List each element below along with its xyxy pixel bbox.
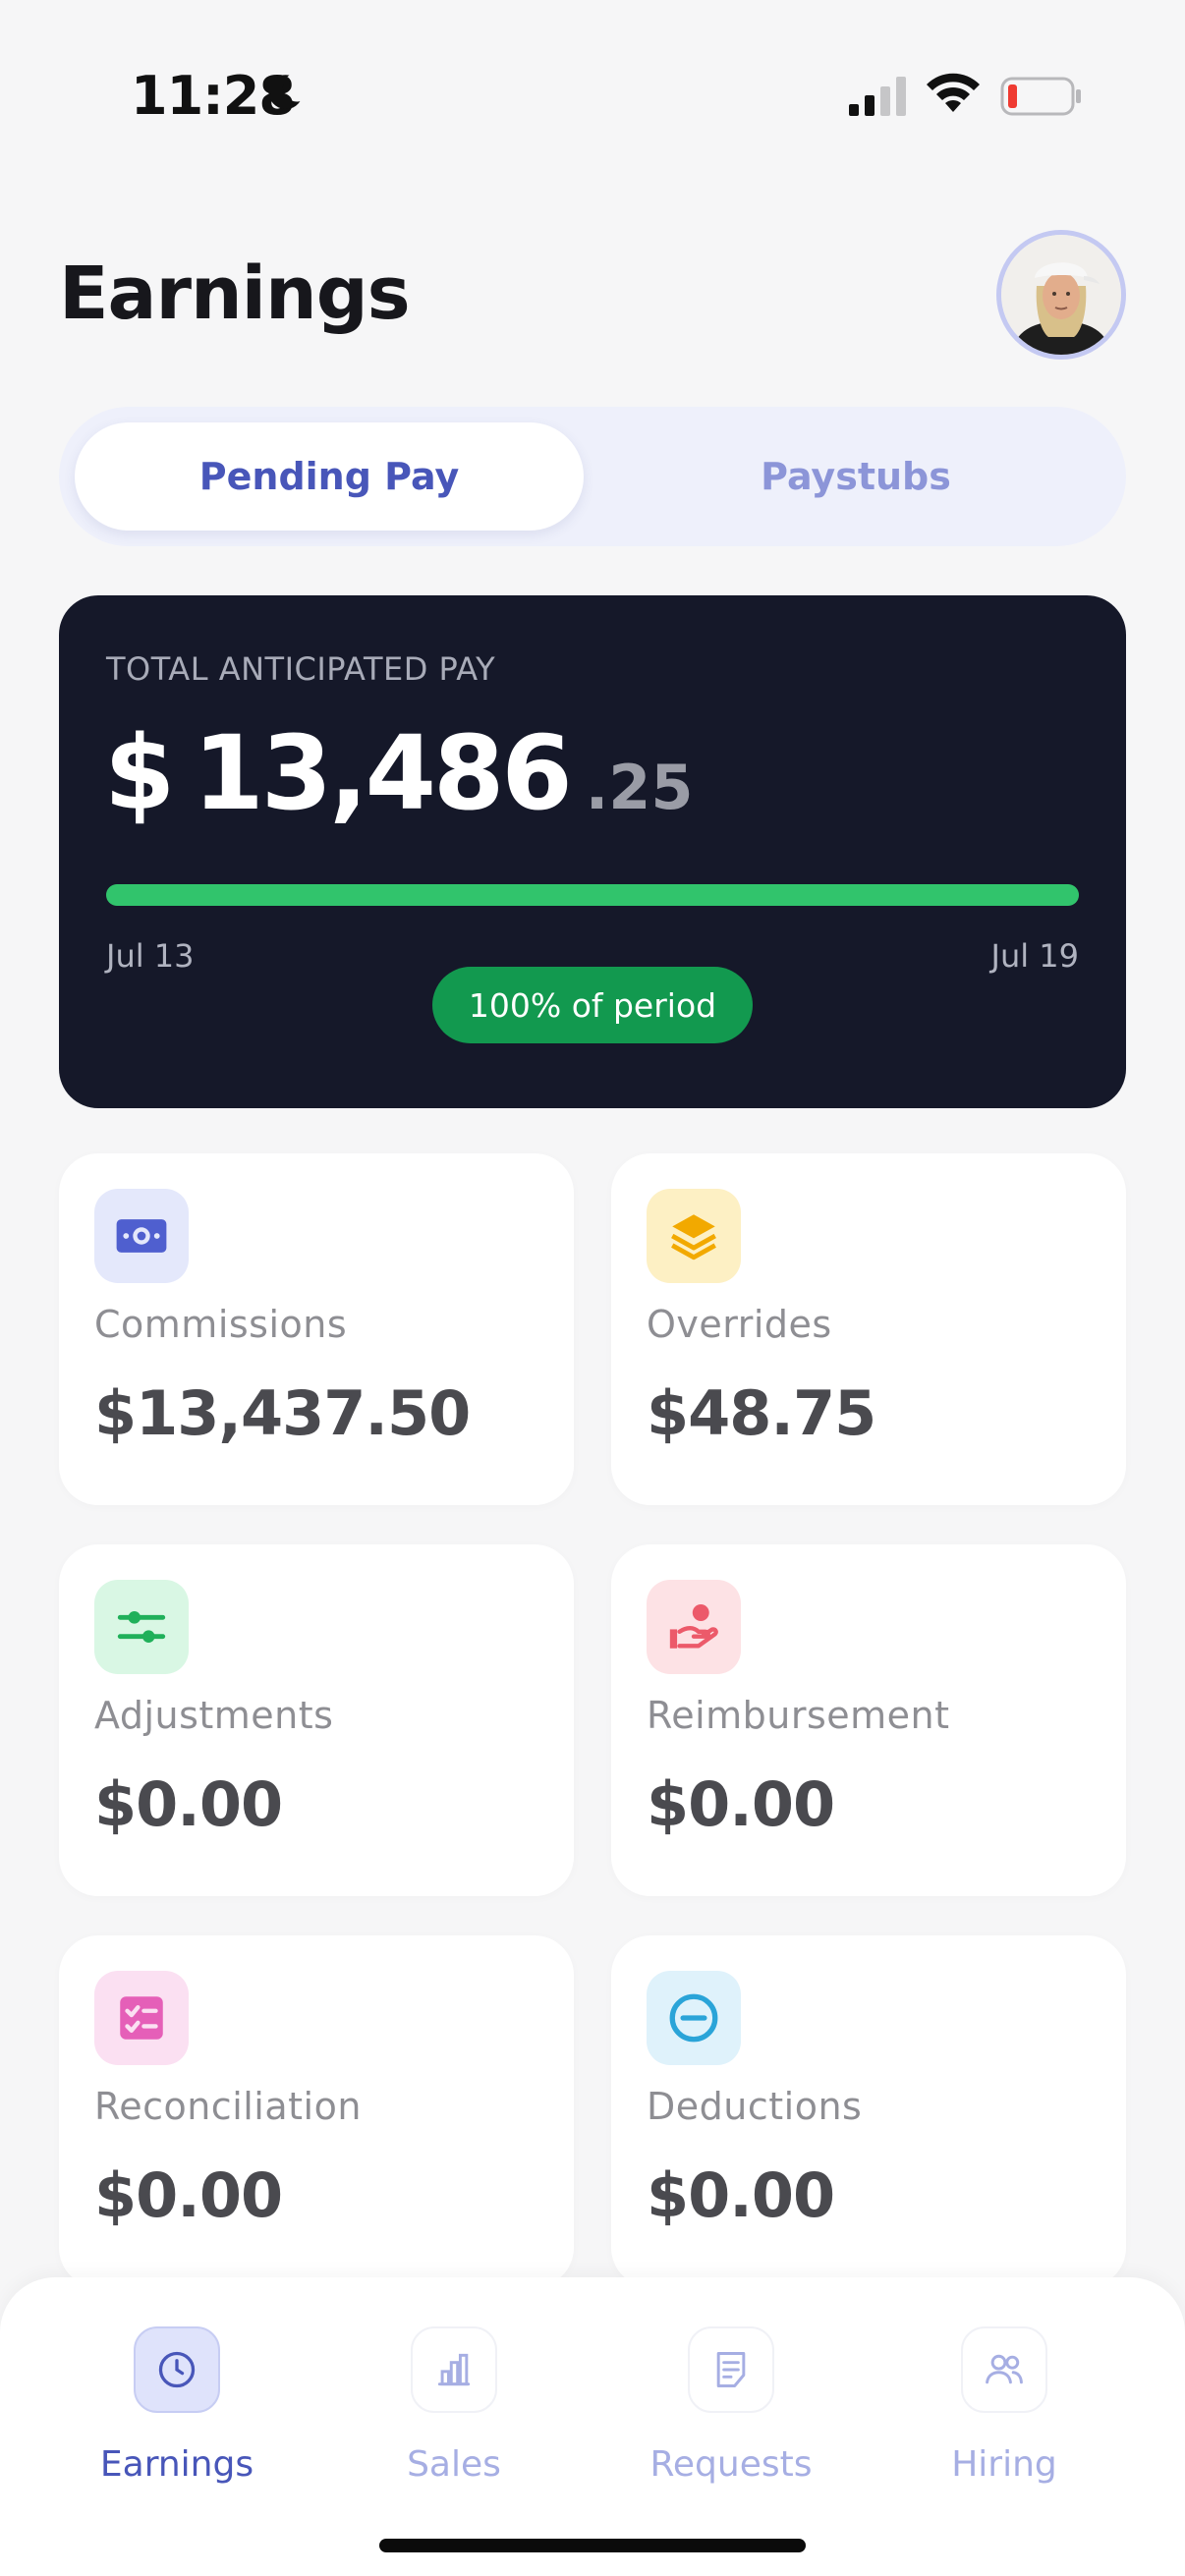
nav-earnings[interactable]: Earnings <box>79 2326 275 2493</box>
cash-icon <box>94 1189 189 1283</box>
avatar-image <box>1001 235 1121 355</box>
overrides-value: $48.75 <box>647 1377 876 1449</box>
period-progress-fill <box>106 884 1079 906</box>
reconciliation-card[interactable]: Reconciliation $0.00 <box>59 1935 574 2287</box>
nav-requests-label: Requests <box>649 2444 813 2485</box>
deductions-label: Deductions <box>647 2085 863 2128</box>
deductions-value: $0.00 <box>647 2159 835 2231</box>
people-icon <box>961 2326 1047 2413</box>
total-amount: $ 13,486 .25 <box>104 713 694 833</box>
reimbursement-value: $0.00 <box>647 1768 835 1840</box>
sliders-icon <box>94 1580 189 1674</box>
adjustments-value: $0.00 <box>94 1768 283 1840</box>
page-title: Earnings <box>59 252 411 336</box>
pay-view-tabs: Pending Pay Paystubs <box>59 407 1126 546</box>
layers-icon <box>647 1189 741 1283</box>
period-end-date: Jul 19 <box>990 937 1080 975</box>
adjustments-card[interactable]: Adjustments $0.00 <box>59 1544 574 1896</box>
nav-sales-label: Sales <box>407 2444 501 2485</box>
reconciliation-label: Reconciliation <box>94 2085 362 2128</box>
document-icon <box>688 2326 774 2413</box>
avatar[interactable] <box>996 230 1126 360</box>
status-bar: 11:28 <box>0 0 1185 147</box>
period-start-date: Jul 13 <box>106 937 195 975</box>
battery-icon <box>1000 77 1081 116</box>
nav-hiring[interactable]: Hiring <box>906 2326 1102 2493</box>
bottom-nav: Earnings Sales Requests Hiring <box>0 2277 1185 2576</box>
bar-chart-icon <box>411 2326 497 2413</box>
commissions-card[interactable]: Commissions $13,437.50 <box>59 1153 574 1505</box>
total-anticipated-pay-card: TOTAL ANTICIPATED PAY $ 13,486 .25 Jul 1… <box>59 595 1126 1108</box>
commissions-label: Commissions <box>94 1303 348 1346</box>
total-whole: 13,486 <box>193 713 572 833</box>
adjustments-label: Adjustments <box>94 1694 334 1737</box>
period-percent-badge: 100% of period <box>432 967 753 1043</box>
total-cents: .25 <box>585 752 694 823</box>
nav-requests[interactable]: Requests <box>633 2326 829 2493</box>
earnings-screen: 11:28 Earnings Pending Pay Paystubs TOTA… <box>0 0 1185 2576</box>
reimbursement-label: Reimbursement <box>647 1694 950 1737</box>
home-indicator <box>379 2539 806 2552</box>
period-progress-bar <box>106 884 1079 906</box>
signal-icon <box>849 77 906 116</box>
overrides-card[interactable]: Overrides $48.75 <box>611 1153 1126 1505</box>
checklist-icon <box>94 1971 189 2065</box>
total-label: TOTAL ANTICIPATED PAY <box>106 650 496 688</box>
minus-circle-icon <box>647 1971 741 2065</box>
tab-pending-pay[interactable]: Pending Pay <box>75 422 584 531</box>
overrides-label: Overrides <box>647 1303 832 1346</box>
commissions-value: $13,437.50 <box>94 1377 471 1449</box>
moon-icon <box>268 75 301 110</box>
reimbursement-card[interactable]: Reimbursement $0.00 <box>611 1544 1126 1896</box>
wifi-icon <box>927 73 980 112</box>
reconciliation-value: $0.00 <box>94 2159 283 2231</box>
nav-earnings-label: Earnings <box>99 2444 254 2485</box>
tab-paystubs[interactable]: Paystubs <box>601 422 1110 531</box>
deductions-card[interactable]: Deductions $0.00 <box>611 1935 1126 2287</box>
clock-icon <box>134 2326 220 2413</box>
nav-sales[interactable]: Sales <box>356 2326 552 2493</box>
nav-hiring-label: Hiring <box>951 2444 1057 2485</box>
hand-coin-icon <box>647 1580 741 1674</box>
total-currency: $ <box>104 713 176 833</box>
